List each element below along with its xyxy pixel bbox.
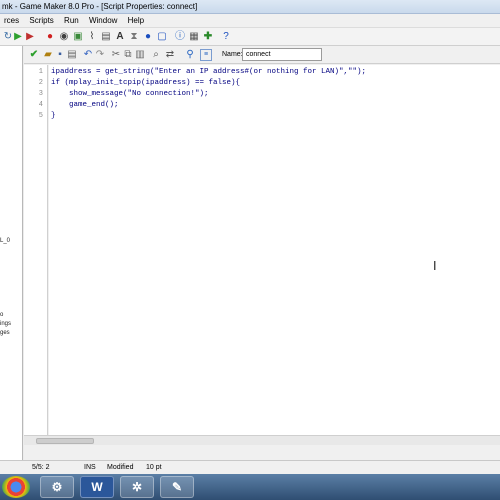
scrollbar-thumb[interactable]: [36, 438, 94, 444]
print-icon[interactable]: ▤: [66, 49, 78, 61]
redo-icon[interactable]: ↷: [94, 49, 106, 61]
menu-run[interactable]: Run: [60, 14, 83, 28]
menu-bar: rces Scripts Run Window Help: [0, 14, 500, 28]
code-editor[interactable]: ipaddress = get_string("Enter an IP addr…: [49, 65, 500, 435]
chrome-icon[interactable]: [2, 476, 30, 498]
add-timeline-icon[interactable]: ⧗: [128, 31, 140, 43]
add-path-icon[interactable]: ⌇: [86, 31, 98, 43]
paste-icon[interactable]: ▥: [134, 49, 146, 61]
line-number: 2: [38, 79, 43, 87]
code-line: }: [51, 112, 56, 120]
line-number: 1: [38, 68, 43, 76]
arguments-icon[interactable]: ≡: [200, 49, 212, 61]
main-toolbar: ↻ ▶ ▶ ● ◉ ▣ ⌇ ▤ A ⧗ ● ▢ ⓘ ▦ ✚ ?: [0, 28, 500, 46]
word-icon[interactable]: W: [80, 476, 114, 498]
add-sprite-icon[interactable]: ●: [44, 31, 56, 43]
tree-fragment: ges: [0, 330, 10, 336]
game-settings-icon[interactable]: ▦: [188, 31, 200, 43]
script-toolbar: ✔ ▰ ▪ ▤ ↶ ↷ ✂ ⧉ ▥ ⌕ ⇄ ⚲ ≡ Name: connect: [24, 46, 500, 64]
horizontal-scrollbar[interactable]: [24, 435, 500, 445]
save-icon[interactable]: ▪: [54, 49, 66, 61]
ibeam-cursor-icon: I: [433, 259, 437, 273]
settings-icon[interactable]: ✲: [120, 476, 154, 498]
insert-mode: INS: [84, 464, 96, 471]
code-line: show_message("No connection!");: [51, 90, 209, 98]
menu-resources[interactable]: rces: [0, 14, 23, 28]
line-number: 4: [38, 101, 43, 109]
search-icon[interactable]: ⚲: [184, 49, 196, 61]
script-name-field[interactable]: connect: [242, 48, 322, 61]
tree-fragment: L_0: [0, 238, 11, 244]
name-label: Name:: [222, 51, 243, 58]
open-folder-icon[interactable]: ▰: [42, 49, 54, 61]
ok-check-icon[interactable]: ✔: [28, 49, 40, 61]
code-line: ipaddress = get_string("Enter an IP addr…: [51, 68, 367, 76]
menu-window[interactable]: Window: [85, 14, 121, 28]
code-line: if (mplay_init_tcpip(ipaddress) == false…: [51, 79, 241, 87]
add-script-icon[interactable]: ▤: [100, 31, 112, 43]
add-object-icon[interactable]: ●: [142, 31, 154, 43]
replace-icon[interactable]: ⇄: [164, 49, 176, 61]
run-icon[interactable]: ▶: [12, 31, 24, 43]
title-bar: mk - Game Maker 8.0 Pro - [Script Proper…: [0, 0, 500, 14]
cut-icon[interactable]: ✂: [110, 49, 122, 61]
tree-fragment: ings: [0, 321, 12, 327]
help-icon[interactable]: ?: [220, 31, 232, 43]
resource-tree-panel[interactable]: L_0 o ings ges: [0, 46, 23, 460]
game-info-icon[interactable]: ⓘ: [174, 31, 186, 43]
add-room-icon[interactable]: ▢: [156, 31, 168, 43]
modified-status: Modified: [107, 464, 134, 471]
run-debug-icon[interactable]: ▶: [24, 31, 36, 43]
line-number: 3: [38, 90, 43, 98]
paint-icon[interactable]: ✎: [160, 476, 194, 498]
find-icon[interactable]: ⌕: [150, 49, 162, 61]
copy-icon[interactable]: ⧉: [122, 49, 134, 61]
window-title: mk - Game Maker 8.0 Pro - [Script Proper…: [2, 2, 198, 11]
add-font-icon[interactable]: A: [114, 31, 126, 43]
status-bar: 5/5: 2 INS Modified 10 pt: [0, 460, 500, 474]
extensions-icon[interactable]: ✚: [202, 31, 214, 43]
add-sound-icon[interactable]: ◉: [58, 31, 70, 43]
menu-help[interactable]: Help: [124, 14, 148, 28]
game-maker-icon[interactable]: ⚙: [40, 476, 74, 498]
undo-icon[interactable]: ↶: [82, 49, 94, 61]
line-number: 5: [38, 112, 43, 120]
tree-fragment: o: [0, 312, 4, 318]
line-number-gutter: 1 2 3 4 5: [24, 65, 48, 435]
font-size-status: 10 pt: [146, 464, 162, 471]
add-background-icon[interactable]: ▣: [72, 31, 84, 43]
menu-scripts[interactable]: Scripts: [25, 14, 57, 28]
cursor-position: 5/5: 2: [32, 464, 50, 471]
taskbar: ⚙ W ✲ ✎: [0, 474, 500, 500]
code-line: game_end();: [51, 101, 119, 109]
script-properties-window: ✔ ▰ ▪ ▤ ↶ ↷ ✂ ⧉ ▥ ⌕ ⇄ ⚲ ≡ Name: connect …: [24, 46, 500, 460]
